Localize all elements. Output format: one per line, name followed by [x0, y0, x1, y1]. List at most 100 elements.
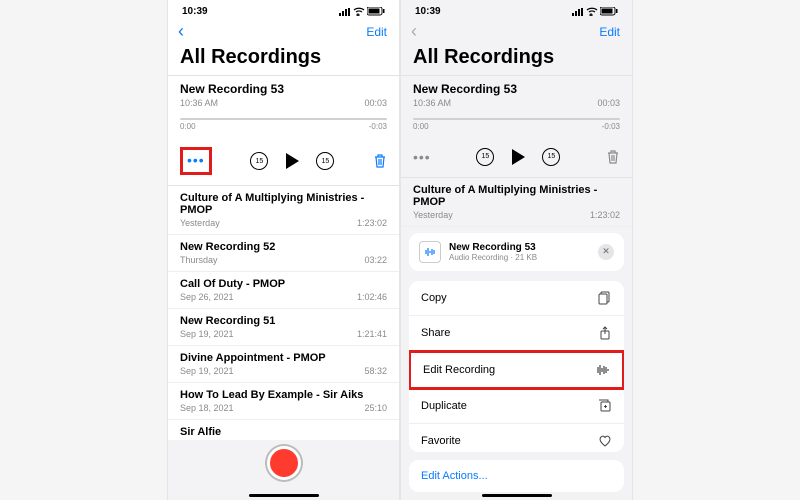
recording-duration: 25:10 — [364, 403, 387, 413]
voice-memos-actions-screen: 10:39 ‹ Edit All Recordings New Recordin… — [400, 0, 633, 500]
back-button[interactable]: ‹ — [411, 21, 417, 42]
selected-recording[interactable]: New Recording 53 10:36 AM 00:03 0:00 -0:… — [168, 76, 399, 139]
recording-date: Sep 19, 2021 — [180, 366, 234, 376]
recording-name: New Recording 51 — [180, 315, 387, 327]
recording-time: 10:36 AM — [180, 98, 218, 108]
trash-icon — [606, 149, 620, 165]
play-icon — [286, 153, 299, 169]
share-subtitle: Audio Recording · 21 KB — [449, 253, 537, 262]
status-bar: 10:39 — [401, 0, 632, 19]
page-title: All Recordings — [168, 46, 399, 75]
recording-name: New Recording 52 — [180, 241, 387, 253]
player-controls: ••• 15 15 — [168, 139, 399, 185]
action-label: Edit Recording — [423, 364, 495, 376]
page-title: All Recordings — [401, 46, 632, 75]
wifi-icon — [586, 7, 598, 16]
record-button[interactable] — [267, 446, 301, 480]
edit-button[interactable]: Edit — [366, 25, 387, 39]
file-thumbnail — [419, 241, 441, 263]
player-controls: ••• 15 15 — [401, 139, 632, 177]
trash-icon — [373, 153, 387, 169]
selected-recording[interactable]: New Recording 53 10:36 AM 00:03 0:00 -0:… — [401, 76, 632, 139]
skip-forward-button[interactable]: 15 — [542, 148, 560, 166]
wifi-icon — [353, 7, 365, 16]
recording-duration: 03:22 — [364, 255, 387, 265]
share-header: New Recording 53 Audio Recording · 21 KB… — [409, 233, 624, 271]
more-button[interactable]: ••• — [413, 149, 431, 165]
action-label: Favorite — [421, 435, 461, 447]
close-button[interactable]: ✕ — [598, 244, 614, 260]
delete-button[interactable] — [373, 153, 387, 169]
recording-date: Sep 18, 2021 — [180, 403, 234, 413]
battery-icon — [367, 7, 385, 16]
edit-button[interactable]: Edit — [599, 25, 620, 39]
nav-bar: ‹ Edit — [401, 19, 632, 46]
home-indicator[interactable] — [249, 494, 319, 497]
recording-duration: 1:02:46 — [357, 292, 387, 302]
recording-duration: 00:03 — [597, 98, 620, 108]
battery-icon — [600, 7, 618, 16]
voice-memos-list-screen: 10:39 ‹ Edit All Recordings New Recordin… — [167, 0, 400, 500]
recording-name: Divine Appointment - PMOP — [180, 352, 387, 364]
share-title: New Recording 53 — [449, 242, 537, 253]
recording-duration: 1:21:41 — [357, 329, 387, 339]
action-label: Duplicate — [421, 400, 467, 412]
play-button[interactable] — [508, 147, 528, 167]
recording-duration: 00:03 — [364, 98, 387, 108]
scrub-start: 0:00 — [180, 122, 196, 131]
more-button[interactable]: ••• — [187, 152, 205, 168]
share-action[interactable]: Share — [409, 316, 624, 351]
skip-back-button[interactable]: 15 — [476, 148, 494, 166]
close-icon: ✕ — [602, 246, 610, 257]
list-item[interactable]: Culture of A Multiplying Ministries - PM… — [401, 178, 632, 227]
recording-name: Culture of A Multiplying Ministries - PM… — [413, 184, 620, 208]
recording-name: Call Of Duty - PMOP — [180, 278, 387, 290]
record-footer — [168, 440, 399, 500]
recording-date: Sep 26, 2021 — [180, 292, 234, 302]
recording-duration: 1:23:02 — [590, 210, 620, 220]
recording-name: Sir Alfie — [180, 426, 387, 438]
home-indicator[interactable] — [482, 494, 552, 497]
skip-forward-button[interactable]: 15 — [316, 152, 334, 170]
edit-actions-button[interactable]: Edit Actions... — [409, 460, 624, 492]
list-item[interactable]: Culture of A Multiplying Ministries - PM… — [168, 186, 399, 235]
skip-back-label: 15 — [255, 158, 263, 165]
favorite-action[interactable]: Favorite — [409, 424, 624, 452]
duplicate-icon — [598, 399, 612, 413]
play-button[interactable] — [282, 151, 302, 171]
status-indicators — [572, 7, 618, 16]
recording-date: Sep 19, 2021 — [180, 329, 234, 339]
edit-recording-action[interactable]: Edit Recording — [409, 350, 624, 390]
action-menu: Copy Share Edit Recording Duplicate Favo… — [409, 281, 624, 452]
highlight-more-button: ••• — [180, 147, 212, 175]
signal-icon — [572, 8, 584, 16]
action-label: Copy — [421, 292, 447, 304]
signal-icon — [339, 8, 351, 16]
recording-name: New Recording 53 — [180, 82, 387, 96]
copy-action[interactable]: Copy — [409, 281, 624, 316]
nav-bar: ‹ Edit — [168, 19, 399, 46]
list-item[interactable]: New Recording 51 Sep 19, 2021 1:21:41 — [168, 309, 399, 346]
scrubber[interactable] — [180, 118, 387, 120]
recording-name: New Recording 53 — [413, 82, 620, 96]
action-label: Share — [421, 327, 450, 339]
waveform-icon — [596, 363, 610, 377]
share-icon — [598, 326, 612, 340]
list-item[interactable]: Divine Appointment - PMOPSep 19, 202158:… — [168, 346, 399, 383]
list-item[interactable]: Call Of Duty - PMOP Sep 26, 2021 1:02:46 — [168, 272, 399, 309]
skip-fwd-label: 15 — [321, 158, 329, 165]
skip-fwd-label: 15 — [547, 153, 555, 160]
back-button[interactable]: ‹ — [178, 21, 184, 42]
recording-date: Thursday — [180, 255, 218, 265]
list-item[interactable]: New Recording 52 Thursday 03:22 — [168, 235, 399, 272]
recording-name: How To Lead By Example - Sir Aiks — [180, 389, 387, 401]
scrubber[interactable] — [413, 118, 620, 120]
recording-name: Culture of A Multiplying Ministries - PM… — [180, 192, 387, 216]
recording-date: Yesterday — [413, 210, 453, 220]
skip-back-button[interactable]: 15 — [250, 152, 268, 170]
skip-back-label: 15 — [481, 153, 489, 160]
list-item[interactable]: How To Lead By Example - Sir Aiks Sep 18,… — [168, 383, 399, 420]
duplicate-action[interactable]: Duplicate — [409, 389, 624, 424]
delete-button[interactable] — [606, 149, 620, 165]
waveform-icon — [424, 246, 436, 258]
